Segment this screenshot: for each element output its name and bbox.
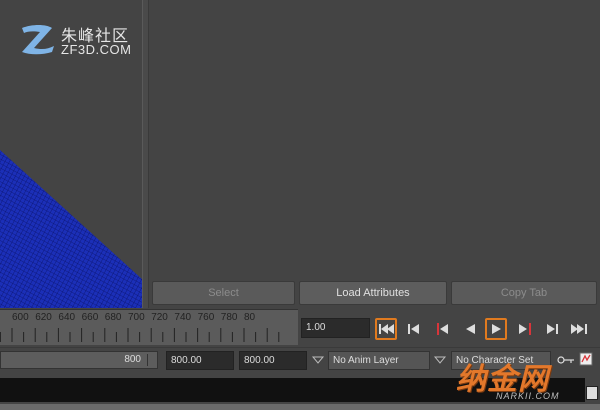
skip-to-end-icon [571,324,587,334]
select-button[interactable]: Select [152,281,295,305]
time-tick-label: 620 [35,312,52,323]
copy-tab-button[interactable]: Copy Tab [451,281,597,305]
step-forward-frame-button[interactable] [542,318,564,340]
step-back-frame-button[interactable] [402,318,424,340]
time-tick-label: 700 [128,312,145,323]
anim-layer-dropdown[interactable]: No Anim Layer [328,351,430,370]
time-tick-label: 660 [81,312,99,323]
go-to-end-button[interactable] [569,318,591,340]
watermark-narkii: 纳金网 NARKII.COM [456,354,596,408]
time-tick-label: 80 [244,312,256,323]
chevron-down-icon[interactable] [311,355,325,365]
time-slider[interactable]: 600 620 640 660 680 700 720 740 760 780 80 [0,309,298,345]
time-tick-label: 640 [58,312,76,323]
time-tick-label: 780 [220,312,238,323]
time-tick-label: 740 [174,312,192,323]
load-attributes-button[interactable]: Load Attributes [299,281,447,305]
time-tick-label: 760 [197,312,215,323]
play-forwards-button[interactable] [485,318,507,340]
play-backwards-button[interactable] [459,318,481,340]
animation-start-time-field[interactable]: 800.00 [166,351,234,370]
time-tick-label: 680 [104,312,122,323]
animation-end-time-field[interactable]: 800.00 [239,351,307,370]
current-frame-field[interactable]: 1.00 [301,318,370,338]
step-back-key-button[interactable] [430,318,452,340]
step-back-key-icon [437,323,448,335]
play-icon [492,324,501,334]
play-backwards-icon [466,324,475,334]
step-forward-key-icon [519,323,531,335]
range-end-label: 800 [124,354,141,365]
step-back-icon [408,324,419,334]
range-slider-bar[interactable]: 800 [0,351,158,369]
attribute-editor-panel [149,0,600,308]
attribute-editor-buttons: Select Load Attributes Copy Tab [152,281,600,305]
time-tick-label: 600 [12,312,29,323]
watermark-en-text: ZF3D.COM [61,42,132,57]
step-forward-key-button[interactable] [515,318,537,340]
go-to-start-button[interactable] [375,318,397,340]
time-tick-label: 720 [151,312,168,323]
skip-to-start-icon [379,324,394,334]
step-forward-icon [547,324,558,334]
zf3d-logo-icon [22,25,54,55]
range-slider-handle[interactable] [147,354,155,366]
chevron-down-icon[interactable] [433,355,447,365]
watermark2-en-text: NARKII.COM [496,391,560,401]
watermark-zf3d: 朱峰社区 ZF3D.COM [18,22,148,62]
